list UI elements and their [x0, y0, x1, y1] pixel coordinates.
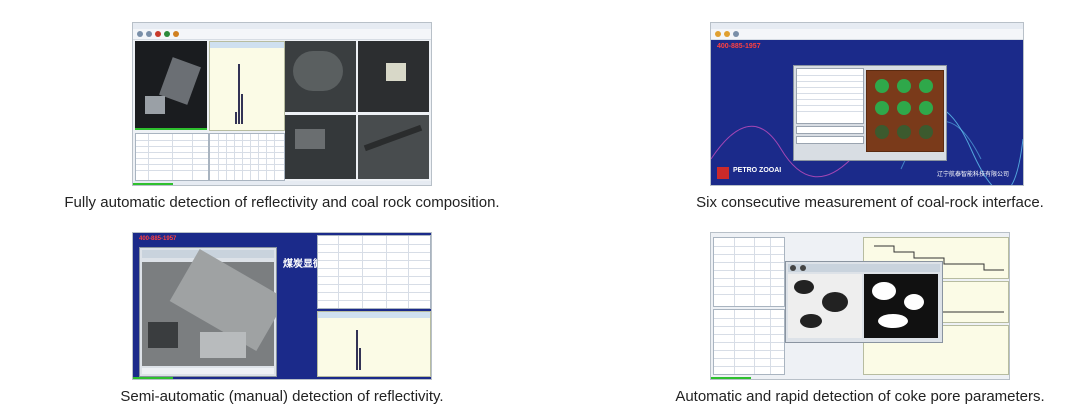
results-table[interactable] — [317, 235, 431, 309]
measurement-dialog[interactable] — [793, 65, 947, 161]
toolbar-icon[interactable] — [173, 31, 179, 37]
pore-table-top[interactable] — [713, 237, 785, 307]
brand-name: PETRO ZOOAI — [733, 167, 782, 174]
image-window[interactable] — [139, 247, 277, 377]
toolbar-icon[interactable] — [155, 31, 161, 37]
caption: Six consecutive measurement of coal-rock… — [696, 194, 1044, 211]
toolbar-icon[interactable] — [733, 31, 739, 37]
figure-coal-interface: 400-885-1957 PETRO ZOOAI 辽宁航泰智能科技有限公司 Si… — [696, 22, 1044, 211]
stop-icon[interactable] — [800, 265, 806, 271]
screenshot-coke-pore — [710, 232, 1010, 380]
screenshot-coal-interface: 400-885-1957 PETRO ZOOAI 辽宁航泰智能科技有限公司 — [710, 22, 1024, 186]
toolbar-icon[interactable] — [715, 31, 721, 37]
reflectance-histogram — [209, 41, 285, 131]
status-bar — [133, 181, 431, 185]
toolbar — [133, 29, 431, 40]
micro-image-2 — [358, 41, 429, 112]
pore-table-bottom[interactable] — [713, 309, 785, 375]
microscope-image — [135, 41, 207, 128]
caption: Fully automatic detection of reflectivit… — [64, 194, 500, 211]
toolbar-icon[interactable] — [146, 31, 152, 37]
reflectance-histogram — [317, 311, 431, 377]
figure-auto-reflectivity: Fully automatic detection of reflectivit… — [64, 22, 500, 211]
screenshot-semi-auto: 400-885-1957 煤炭显微分析 — [132, 232, 432, 380]
phone-number: 400-885-1957 — [139, 236, 177, 242]
toolbar-icon[interactable] — [724, 31, 730, 37]
caption: Semi-automatic (manual) detection of ref… — [120, 388, 444, 405]
micro-image-3 — [285, 115, 356, 179]
micro-image-4 — [358, 115, 429, 179]
company-name: 辽宁航泰智能科技有限公司 — [937, 172, 1010, 178]
caption: Automatic and rapid detection of coke po… — [675, 388, 1045, 405]
play-icon[interactable] — [790, 265, 796, 271]
micro-image-1 — [285, 41, 356, 112]
figure-semi-auto: 400-885-1957 煤炭显微分析 Semi-automatic (manu… — [120, 232, 444, 405]
brand-logo — [717, 167, 729, 179]
toolbar-icon[interactable] — [164, 31, 170, 37]
summary-table[interactable] — [209, 133, 285, 181]
figure-coke-pore: Automatic and rapid detection of coke po… — [675, 232, 1045, 405]
pore-image-window[interactable] — [785, 261, 943, 343]
toolbar-icon[interactable] — [137, 31, 143, 37]
results-table[interactable] — [135, 133, 209, 181]
screenshot-auto-reflectivity — [132, 22, 432, 186]
